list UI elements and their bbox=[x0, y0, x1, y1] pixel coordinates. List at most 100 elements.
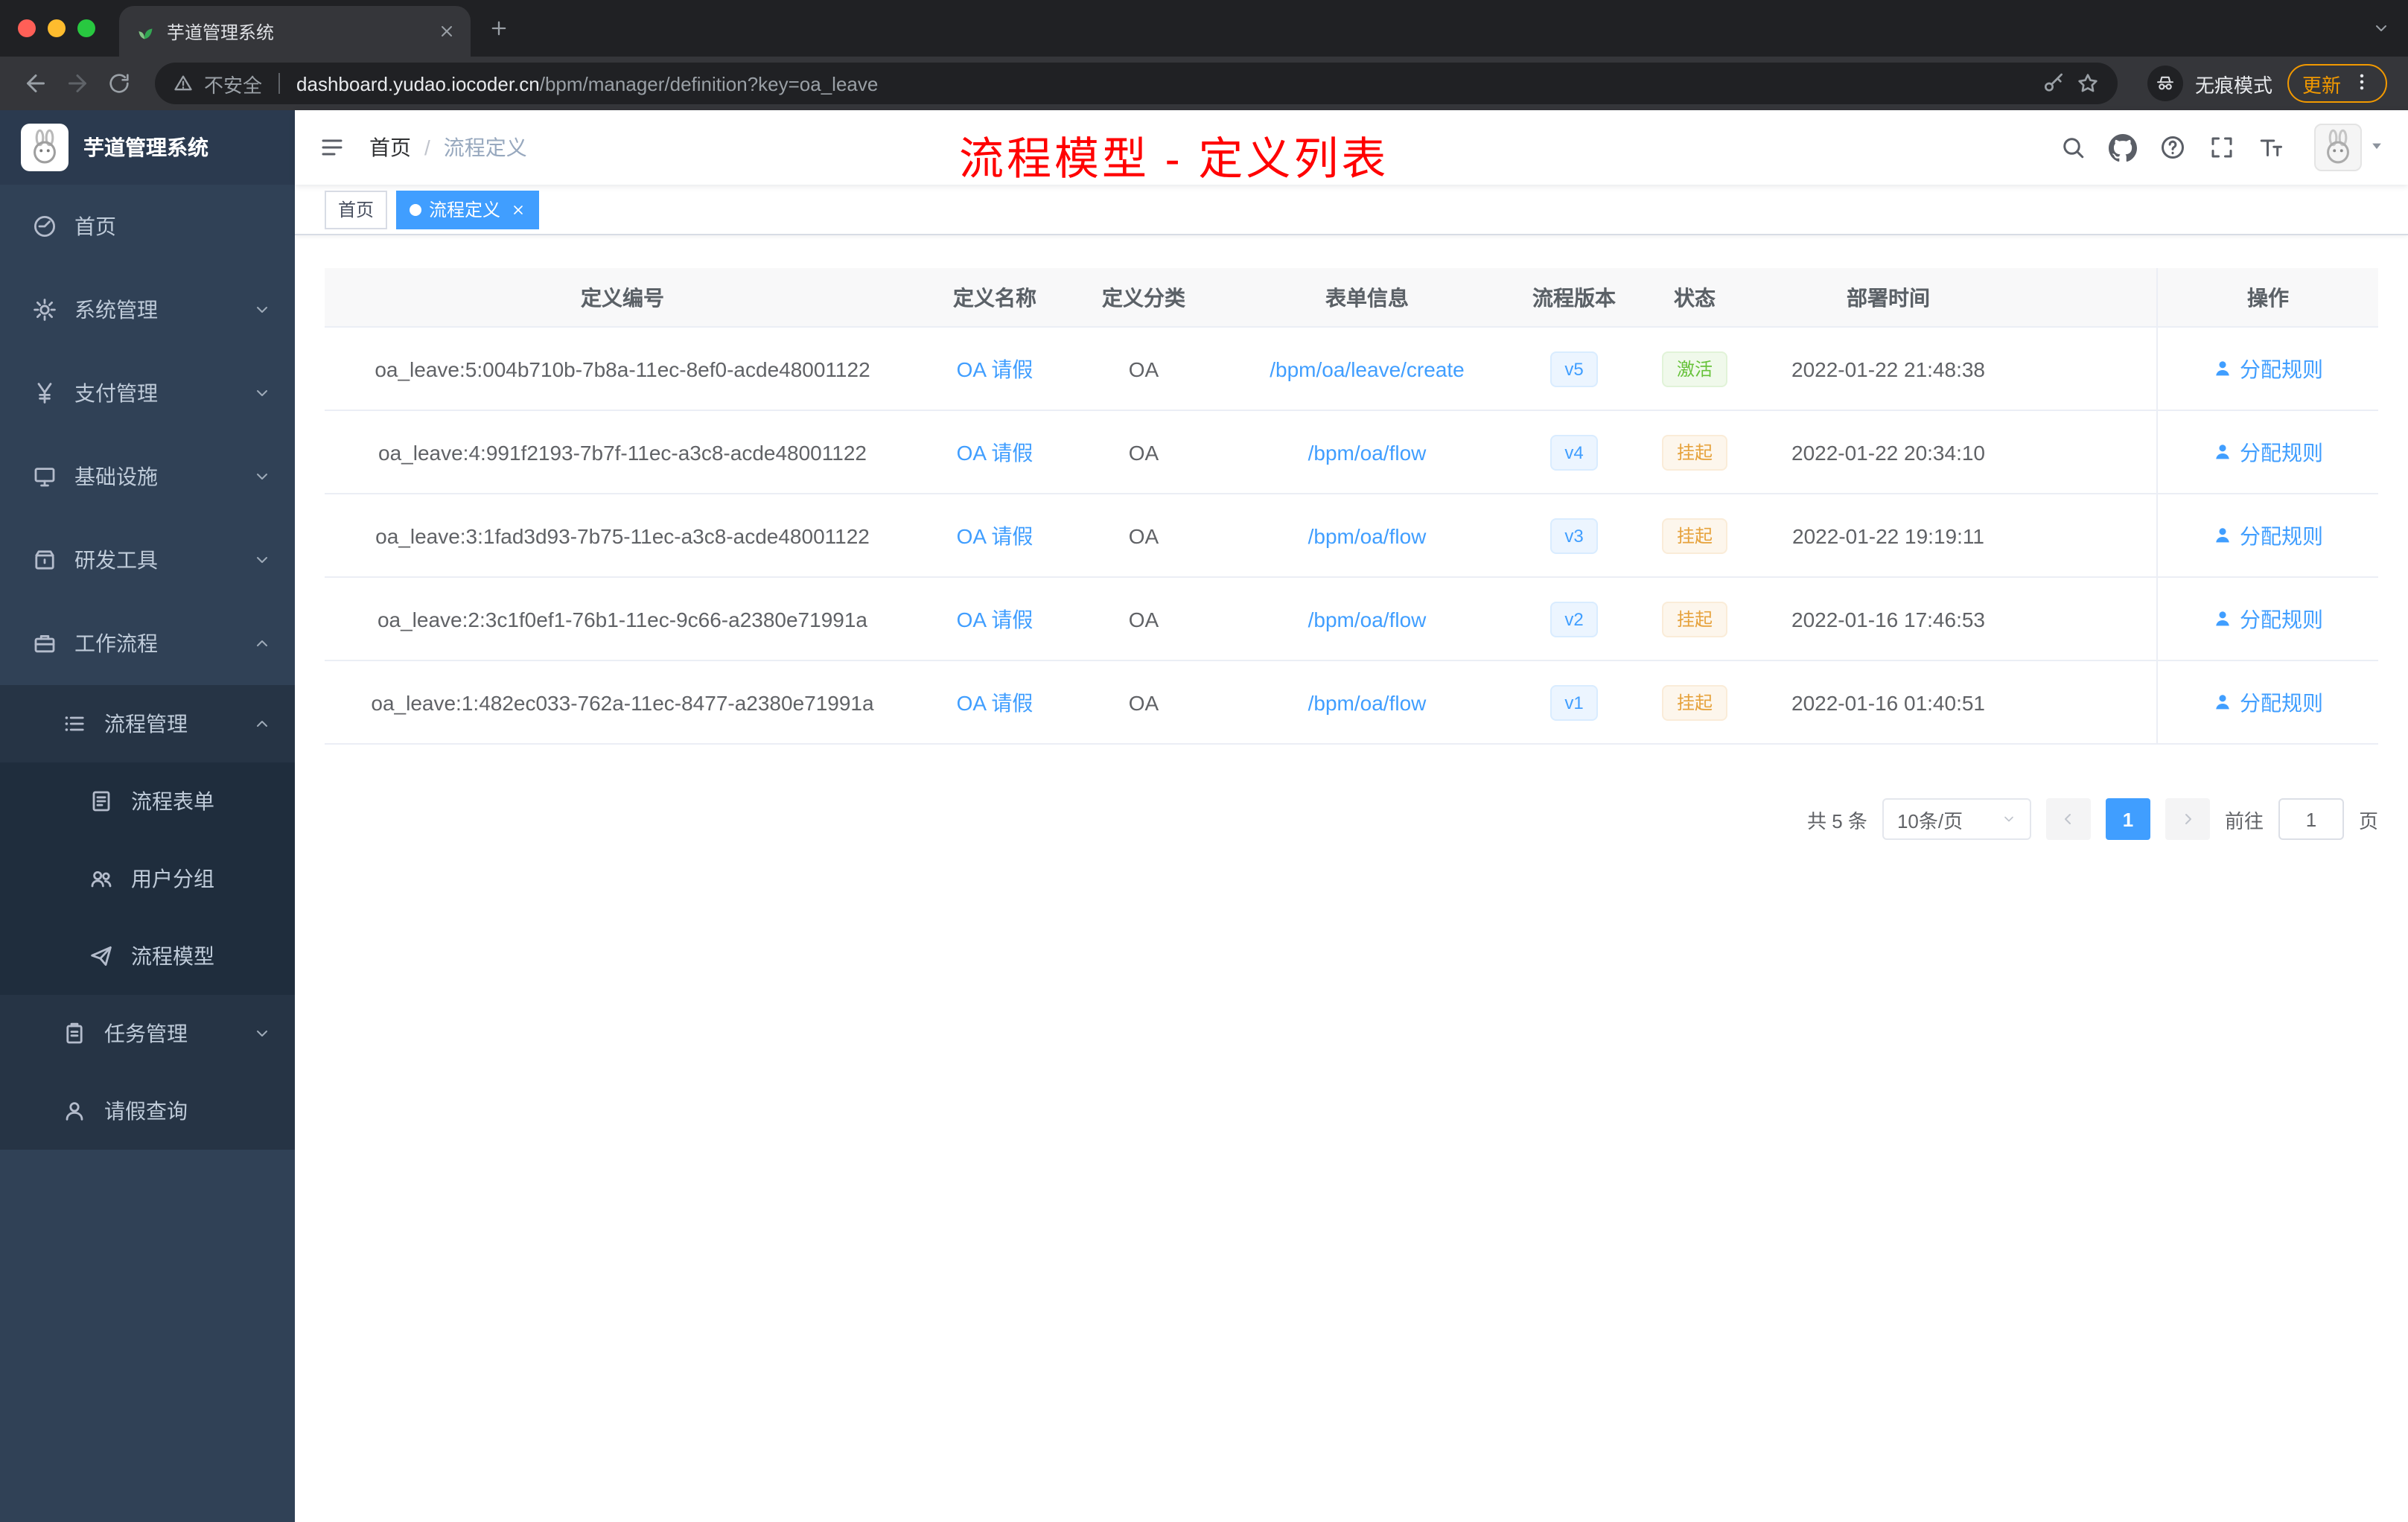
definition-name-link[interactable]: OA 请假 bbox=[957, 437, 1033, 467]
sidebar-item-task-management[interactable]: 任务管理 bbox=[0, 995, 295, 1072]
new-tab-icon[interactable] bbox=[488, 18, 509, 39]
sidebar-logo[interactable]: 芋道管理系统 bbox=[0, 110, 295, 185]
form-icon bbox=[86, 789, 116, 813]
next-page-button[interactable] bbox=[2165, 798, 2210, 840]
goto-page-input[interactable] bbox=[2278, 798, 2344, 840]
help-icon[interactable] bbox=[2159, 134, 2186, 161]
table-row: oa_leave:2:3c1f0ef1-76b1-11ec-9c66-a2380… bbox=[325, 578, 2378, 661]
assign-rule-button[interactable]: 分配规则 bbox=[2213, 354, 2323, 383]
sidebar-item-leave-query[interactable]: 请假查询 bbox=[0, 1072, 295, 1150]
person-icon bbox=[2216, 528, 2229, 543]
window-minimize-button[interactable] bbox=[48, 19, 66, 37]
reload-icon[interactable] bbox=[98, 63, 140, 104]
assign-rule-button[interactable]: 分配规则 bbox=[2213, 437, 2323, 467]
status-tag: 激活 bbox=[1661, 351, 1727, 386]
logo-image bbox=[21, 124, 69, 171]
key-icon[interactable] bbox=[2042, 71, 2065, 95]
sidebar-item-infrastructure[interactable]: 基础设施 bbox=[0, 435, 295, 518]
user-group-icon bbox=[86, 867, 116, 891]
assign-rule-button[interactable]: 分配规则 bbox=[2213, 520, 2323, 550]
chevron-down-icon bbox=[253, 551, 271, 569]
github-icon[interactable] bbox=[2109, 133, 2137, 162]
form-info-link[interactable]: /bpm/oa/flow bbox=[1308, 523, 1427, 547]
tab-title: 芋道管理系统 bbox=[167, 22, 275, 42]
assign-rule-button[interactable]: 分配规则 bbox=[2213, 604, 2323, 634]
person-icon bbox=[2216, 611, 2229, 626]
breadcrumb-separator: / bbox=[424, 136, 430, 159]
sidebar-item-home[interactable]: 首页 bbox=[0, 185, 295, 268]
page-size-select[interactable]: 10条/页 bbox=[1882, 798, 2031, 840]
browser-update-button[interactable]: 更新 bbox=[2287, 64, 2387, 103]
header-definition-id: 定义编号 bbox=[581, 285, 664, 309]
chevron-up-icon bbox=[253, 715, 271, 733]
version-tag: v3 bbox=[1549, 518, 1599, 553]
caret-down-icon bbox=[2369, 134, 2384, 161]
more-vertical-icon[interactable] bbox=[2351, 71, 2372, 96]
sidebar-item-system[interactable]: 系统管理 bbox=[0, 268, 295, 351]
sidebar-item-dev-tools[interactable]: 研发工具 bbox=[0, 518, 295, 602]
tag-process-definition[interactable]: 流程定义 bbox=[396, 190, 540, 229]
screen: 芋道管理系统 不安全 dashboard.yudao.iocoder.cn/bp… bbox=[0, 0, 2408, 1522]
form-info-link[interactable]: /bpm/oa/leave/create bbox=[1270, 357, 1465, 380]
search-icon[interactable] bbox=[2060, 134, 2086, 161]
cell-deploy-time: 2022-01-22 20:34:10 bbox=[1791, 440, 1985, 464]
prev-page-button[interactable] bbox=[2045, 798, 2091, 840]
close-icon[interactable] bbox=[511, 202, 526, 217]
active-dot bbox=[410, 203, 422, 215]
list-icon bbox=[60, 712, 89, 736]
url-path: /bpm/manager/definition?key=oa_leave bbox=[539, 72, 879, 95]
cell-deploy-time: 2022-01-22 19:19:11 bbox=[1792, 523, 1984, 547]
form-info-link[interactable]: /bpm/oa/flow bbox=[1308, 690, 1427, 714]
definition-name-link[interactable]: OA 请假 bbox=[957, 604, 1033, 634]
sidebar-item-process-management[interactable]: 流程管理 bbox=[0, 685, 295, 762]
breadcrumb-home[interactable]: 首页 bbox=[369, 133, 411, 162]
close-tab-icon[interactable] bbox=[438, 22, 456, 40]
user-menu[interactable] bbox=[2314, 124, 2384, 171]
window-zoom-button[interactable] bbox=[77, 19, 95, 37]
star-icon[interactable] bbox=[2076, 71, 2100, 95]
cell-category: OA bbox=[1128, 523, 1159, 547]
header-actions: 操作 bbox=[2156, 268, 2378, 326]
address-bar[interactable]: 不安全 dashboard.yudao.iocoder.cn/bpm/manag… bbox=[155, 63, 2118, 104]
forward-icon[interactable] bbox=[57, 63, 98, 104]
page-number-button[interactable]: 1 bbox=[2105, 798, 2150, 840]
tag-home[interactable]: 首页 bbox=[325, 190, 388, 229]
form-info-link[interactable]: /bpm/oa/flow bbox=[1308, 440, 1427, 464]
chevron-down-icon bbox=[253, 1025, 271, 1042]
chevron-down-icon bbox=[2001, 812, 2016, 827]
update-label: 更新 bbox=[2302, 74, 2341, 96]
sidebar-item-user-group[interactable]: 用户分组 bbox=[0, 840, 295, 917]
avatar[interactable] bbox=[2314, 124, 2362, 171]
font-size-icon[interactable] bbox=[2258, 134, 2284, 161]
sidebar-item-workflow[interactable]: 工作流程 bbox=[0, 602, 295, 685]
back-icon[interactable] bbox=[15, 63, 57, 104]
definition-name-link[interactable]: OA 请假 bbox=[957, 354, 1033, 383]
main-area: 首页 / 流程定义 流程模型 - 定义列表 首页 流程定义 定义编号 定义名称 … bbox=[295, 110, 2408, 1522]
pagination-total: 共 5 条 bbox=[1807, 809, 1867, 832]
tab-overflow-chevron-icon[interactable] bbox=[2372, 19, 2390, 37]
warning-icon[interactable] bbox=[173, 73, 194, 94]
browser-tab[interactable]: 芋道管理系统 bbox=[119, 6, 471, 57]
header-status: 状态 bbox=[1674, 285, 1716, 309]
fullscreen-icon[interactable] bbox=[2208, 134, 2235, 161]
url-text: dashboard.yudao.iocoder.cn/bpm/manager/d… bbox=[296, 72, 878, 95]
pagination: 共 5 条 10条/页 1 前往 页 bbox=[325, 798, 2378, 840]
sidebar-item-process-model[interactable]: 流程模型 bbox=[0, 917, 295, 995]
status-tag: 挂起 bbox=[1661, 518, 1727, 553]
status-tag: 挂起 bbox=[1661, 601, 1727, 637]
sidebar-item-payment[interactable]: 支付管理 bbox=[0, 351, 295, 435]
person-icon bbox=[2216, 445, 2229, 459]
definition-name-link[interactable]: OA 请假 bbox=[957, 687, 1033, 717]
chevron-down-icon bbox=[253, 384, 271, 402]
toolbox-icon bbox=[30, 548, 60, 572]
window-close-button[interactable] bbox=[18, 19, 36, 37]
definition-name-link[interactable]: OA 请假 bbox=[957, 520, 1033, 550]
assign-rule-button[interactable]: 分配规则 bbox=[2213, 687, 2323, 717]
goto-label: 前往 bbox=[2224, 809, 2264, 832]
form-info-link[interactable]: /bpm/oa/flow bbox=[1308, 607, 1427, 631]
table-row: oa_leave:3:1fad3d93-7b75-11ec-a3c8-acde4… bbox=[325, 494, 2378, 578]
table-row: oa_leave:5:004b710b-7b8a-11ec-8ef0-acde4… bbox=[325, 328, 2378, 411]
app-navbar: 首页 / 流程定义 bbox=[295, 110, 2408, 185]
sidebar-item-process-form[interactable]: 流程表单 bbox=[0, 762, 295, 840]
hamburger-icon[interactable] bbox=[319, 134, 345, 161]
